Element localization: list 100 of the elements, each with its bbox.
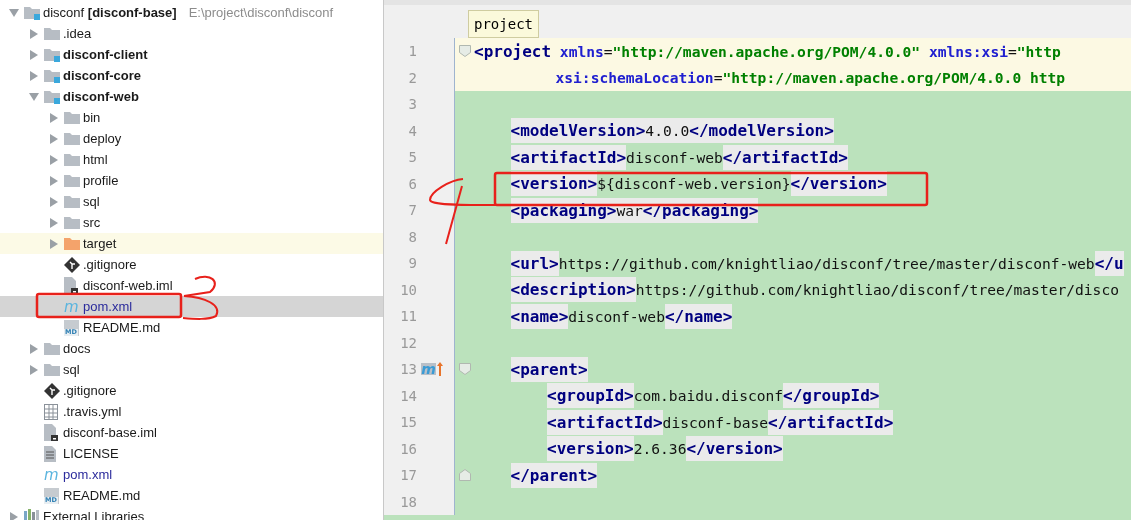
attribute-value: "http://maven.apache.org/POM/4.0.0" (612, 41, 921, 62)
xml-tag: <groupId> (547, 383, 634, 409)
folder-icon (64, 173, 81, 188)
expand-arrow-icon[interactable] (29, 49, 39, 60)
code-text: com.baidu.disconf (633, 386, 784, 407)
attribute-name: xmlns (558, 41, 604, 62)
tree-item[interactable]: sql (0, 359, 383, 380)
code-text: ${disconf-web.version} (597, 174, 791, 195)
tree-item[interactable]: disconf-web (0, 86, 383, 107)
folder-icon (44, 341, 61, 356)
expand-arrow-icon[interactable] (29, 70, 39, 81)
expand-arrow-icon[interactable] (49, 217, 59, 228)
module-folder-icon (44, 47, 61, 62)
xml-tag: <name> (510, 303, 569, 329)
xml-tag: <description> (510, 277, 636, 303)
xml-tag: </u (1094, 250, 1124, 276)
tree-item[interactable]: target (0, 233, 383, 254)
xml-tag: <project (474, 38, 552, 64)
line-number: 15 (399, 414, 417, 431)
xml-tag: </artifactId> (768, 409, 894, 435)
tree-item[interactable]: .gitignore (0, 380, 383, 401)
tree-item[interactable]: disconf-core (0, 65, 383, 86)
tree-item[interactable]: m pom.xml (0, 296, 383, 317)
attribute-value: "http (1016, 41, 1061, 62)
expand-arrow-icon[interactable] (29, 28, 39, 39)
document-icon (44, 445, 56, 462)
code-text: https://github.com/knightliao/disconf/tree/master/disconf-web (558, 253, 1095, 274)
expand-arrow-icon[interactable] (29, 364, 39, 375)
tree-item[interactable]: .gitignore (0, 254, 383, 275)
maven-file-icon: m (44, 467, 59, 482)
maven-file-icon: m (64, 299, 79, 314)
module-folder-icon (24, 5, 41, 20)
xml-tag: <artifactId> (547, 409, 663, 435)
line-number: 11 (399, 308, 417, 325)
line-number: 18 (399, 493, 417, 510)
xml-tag: </packaging> (642, 197, 759, 223)
expand-arrow-icon[interactable] (49, 175, 59, 186)
handwritten-mark-drawing (182, 275, 219, 320)
tree-item[interactable]: .idea (0, 23, 383, 44)
expand-arrow-icon[interactable] (49, 112, 59, 123)
expand-arrow-icon[interactable] (49, 154, 59, 165)
line-number: 1 (407, 43, 417, 60)
code-text: 2.6.36 (633, 439, 687, 460)
line-number: 17 (399, 467, 417, 484)
xml-tag: </version> (686, 436, 783, 462)
collapse-arrow-icon[interactable] (9, 7, 19, 18)
tree-item[interactable]: bin (0, 107, 383, 128)
tree-item[interactable]: LICENSE (0, 443, 383, 464)
folder-icon (64, 110, 81, 125)
line-number: 10 (399, 281, 417, 298)
expand-arrow-icon[interactable] (9, 511, 19, 520)
code-text: war (616, 197, 643, 223)
tree-item[interactable]: profile (0, 170, 383, 191)
xml-tag: <packaging> (510, 197, 617, 223)
tree-item[interactable]: .travis.yml (0, 401, 383, 422)
xml-tag: </name> (664, 303, 733, 329)
xml-tag: <version> (547, 436, 634, 462)
tree-item[interactable]: sql (0, 191, 383, 212)
code-text: 4.0.0 (645, 118, 690, 144)
xml-tag: </modelVersion> (689, 118, 834, 144)
folder-icon (64, 236, 81, 251)
tree-item[interactable]: disconf-client (0, 44, 383, 65)
module-folder-icon (44, 68, 61, 83)
line-number: 7 (407, 202, 417, 219)
up-arrow-icon (436, 362, 443, 377)
file-icon (44, 424, 58, 441)
xml-tag: </version> (790, 171, 887, 197)
folder-icon (64, 194, 81, 209)
xml-tag: <modelVersion> (510, 118, 646, 144)
line-number: 4 (407, 122, 417, 139)
expand-arrow-icon[interactable] (49, 133, 59, 144)
line-number: 13 (399, 361, 417, 378)
collapse-arrow-icon[interactable] (29, 91, 39, 102)
code-text: = (603, 41, 613, 62)
tree-item[interactable]: deploy (0, 128, 383, 149)
expand-arrow-icon[interactable] (49, 196, 59, 207)
table-icon (44, 403, 58, 420)
line-number: 9 (407, 255, 417, 272)
breadcrumb-tooltip[interactable]: project (468, 10, 539, 38)
code-text: https://github.com/knightliao/disconf/tree/master/disco (635, 280, 1119, 301)
xml-tag: </parent> (510, 462, 598, 488)
line-number: 14 (399, 387, 417, 404)
tree-item[interactable]: disconf-web.iml (0, 275, 383, 296)
tree-item[interactable]: m pom.xml (0, 464, 383, 485)
folder-icon (64, 131, 81, 146)
xml-tag: <version> (510, 171, 598, 197)
line-number: 3 (407, 96, 417, 113)
expand-arrow-icon[interactable] (29, 343, 39, 354)
tree-item[interactable]: disconf [disconf-base] E:\project\disconf\disconf (0, 2, 383, 23)
folder-icon (64, 215, 81, 230)
tree-item[interactable]: docs (0, 338, 383, 359)
xml-tag: </groupId> (783, 383, 880, 409)
library-icon (24, 508, 40, 520)
tree-item[interactable]: src (0, 212, 383, 233)
line-number: 16 (399, 440, 417, 457)
tree-item[interactable]: disconf-base.iml (0, 422, 383, 443)
tree-item[interactable]: html (0, 149, 383, 170)
code-text: disconf-web (568, 306, 665, 327)
folder-icon (44, 362, 61, 377)
expand-arrow-icon[interactable] (49, 238, 59, 249)
